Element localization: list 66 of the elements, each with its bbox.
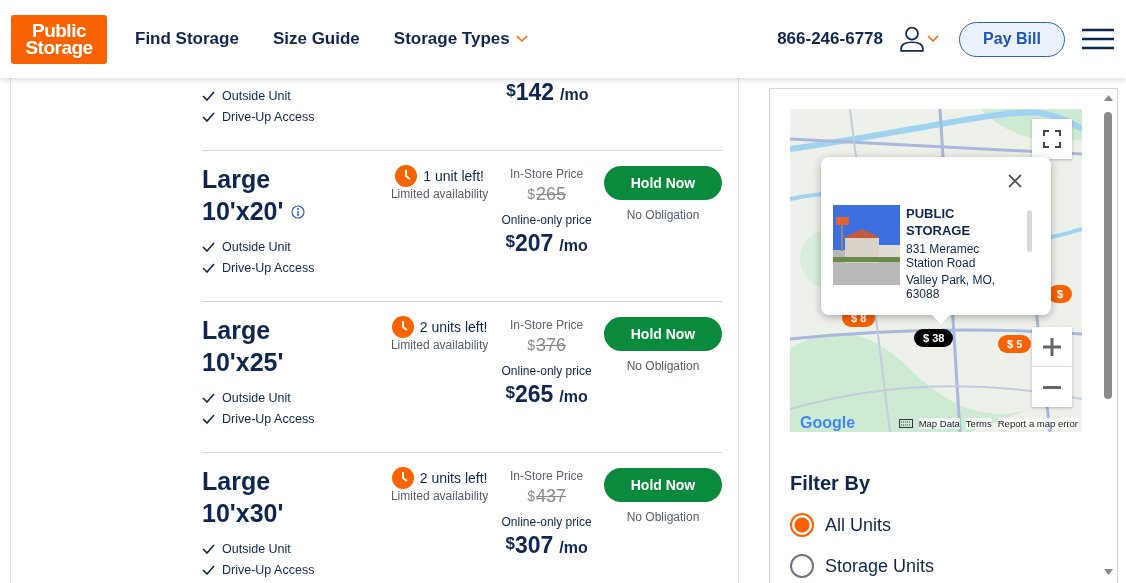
- in-store-price: $437: [527, 486, 566, 508]
- price-label: In-Store Price: [509, 317, 584, 334]
- radio-button[interactable]: [790, 554, 814, 578]
- check-icon: [202, 241, 215, 252]
- feature-text: Drive-Up Access: [222, 411, 315, 426]
- clock-icon: [395, 165, 418, 187]
- info-icon[interactable]: [291, 204, 306, 219]
- scrollbar-thumb[interactable]: [1104, 112, 1112, 399]
- unit-dimensions: 10'x25': [202, 347, 284, 378]
- unit-size-name: Large: [202, 466, 272, 497]
- feature-text: Drive-Up Access: [222, 109, 315, 124]
- check-icon: [202, 413, 215, 424]
- feature-text: Outside Unit: [222, 390, 291, 405]
- availability-note: Limited availability: [390, 338, 489, 352]
- hold-now-button[interactable]: Hold Now: [604, 317, 722, 351]
- units-left-text: 1 unit left!: [423, 168, 484, 184]
- hold-now-button[interactable]: Hold Now: [604, 166, 722, 200]
- nav-link[interactable]: Size Guide: [272, 29, 360, 49]
- price-label: In-Store Price: [509, 166, 584, 183]
- button-note: No Obligation: [626, 208, 700, 222]
- radio-button[interactable]: [790, 513, 814, 537]
- check-icon: [202, 90, 215, 101]
- hold-now-button[interactable]: Hold Now: [604, 468, 722, 502]
- user-icon[interactable]: [899, 26, 925, 52]
- scroll-down-icon[interactable]: [1104, 569, 1113, 575]
- nav-link[interactable]: Find Storage: [135, 29, 239, 49]
- price-label: Online-only price: [501, 212, 592, 229]
- check-icon: [202, 111, 215, 122]
- check-icon: [202, 392, 215, 403]
- check-icon: [202, 543, 215, 554]
- menu-icon[interactable]: [1082, 28, 1114, 50]
- feature-text: Outside Unit: [222, 88, 291, 103]
- price-label: In-Store Price: [509, 468, 584, 485]
- unit-size-name: Large: [202, 315, 272, 346]
- scroll-up-icon[interactable]: [1104, 95, 1113, 101]
- check-icon: [202, 564, 215, 575]
- availability-note: Limited availability: [390, 489, 489, 503]
- feature-text: Outside Unit: [222, 239, 291, 254]
- unit-dimensions: 10'x30': [202, 498, 284, 529]
- clock-icon: [391, 316, 414, 338]
- feature-text: Drive-Up Access: [222, 260, 315, 275]
- phone-link[interactable]: 866-246-6778: [777, 29, 883, 49]
- clock-icon: [391, 467, 414, 489]
- check-icon: [202, 262, 215, 273]
- units-left-text: 2 units left!: [419, 319, 488, 335]
- availability-note: Limited availability: [390, 187, 489, 201]
- radio-option[interactable]: Storage Units: [790, 554, 1100, 578]
- feature-text: Outside Unit: [222, 541, 291, 556]
- unit-size-name: Large: [202, 164, 272, 195]
- button-note: No Obligation: [626, 510, 700, 524]
- price-label: Online-only price: [501, 514, 592, 531]
- nav-link[interactable]: Storage Types: [393, 29, 528, 49]
- unit-dimensions: 10'x20': [202, 196, 284, 227]
- online-price: $307 /mo: [505, 532, 588, 560]
- online-price: $207 /mo: [505, 230, 588, 258]
- radio-option[interactable]: All Units: [790, 513, 1100, 537]
- online-price: $142 /mo: [506, 79, 589, 107]
- in-store-price: $376: [527, 335, 566, 357]
- filter-heading: Filter By: [790, 472, 872, 495]
- price-label: Online-only price: [501, 363, 592, 380]
- feature-text: Drive-Up Access: [222, 562, 315, 577]
- button-note: No Obligation: [626, 359, 700, 373]
- pay-bill-button[interactable]: Pay Bill: [959, 21, 1065, 57]
- units-left-text: 2 units left!: [419, 470, 488, 486]
- online-price: $265 /mo: [505, 381, 588, 409]
- in-store-price: $265: [527, 184, 566, 206]
